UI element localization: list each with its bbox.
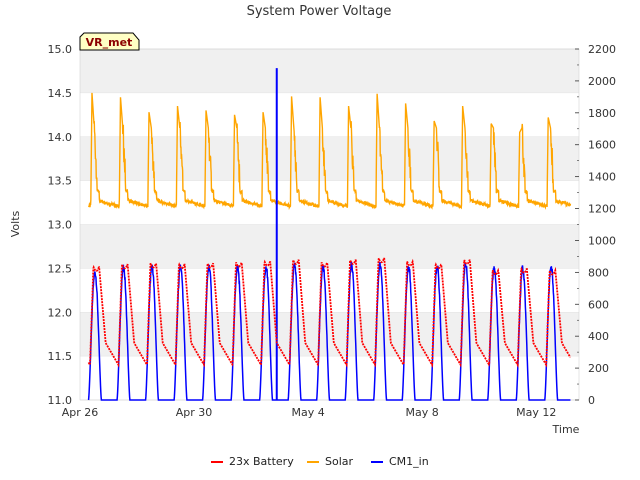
legend: 23x Battery Solar CM1_in <box>211 455 429 468</box>
y-right-ticks: 0 200 400 600 800 1000 1200 1400 1600 1800 2000 220… <box>575 43 616 407</box>
y-right-tick-label: 600 <box>588 298 609 311</box>
x-tick-label: May 4 <box>291 406 324 419</box>
y-right-tick-label: 1400 <box>588 171 616 184</box>
y-right-tick-label: 400 <box>588 330 609 343</box>
chart: 11.011.512.012.513.013.514.014.515.0 020… <box>9 4 616 468</box>
y-right-tick-label: 2000 <box>588 75 616 88</box>
x-tick-label: Apr 26 <box>62 406 99 419</box>
legend-entry-label: 23x Battery <box>229 455 294 468</box>
y-right-tick-label: 2200 <box>588 43 616 56</box>
x-axis-label: Time <box>552 423 580 436</box>
y-left-tick-label: 11.5 <box>48 350 73 363</box>
y-right-tick-label: 1600 <box>588 139 616 152</box>
vr-met-badge: VR_met <box>79 32 140 51</box>
grid-band <box>80 224 579 269</box>
y-left-tick-label: 12.0 <box>48 306 73 319</box>
legend-entry-label: Solar <box>325 455 354 468</box>
y-right-tick-label: 800 <box>588 266 609 279</box>
x-tick-label: Apr 30 <box>176 406 213 419</box>
y-right-tick-label: 0 <box>588 394 595 407</box>
x-tick-label: May 8 <box>406 406 439 419</box>
badge-label: VR_met <box>86 36 133 49</box>
y-right-tick-label: 1800 <box>588 107 616 120</box>
x-tick-label: May 12 <box>516 406 556 419</box>
chart-title: System Power Voltage <box>247 4 392 19</box>
y-right-tick-label: 1000 <box>588 234 616 247</box>
y-left-tick-label: 14.5 <box>48 87 73 100</box>
y-axis-label: Volts <box>9 210 22 237</box>
y-right-tick-label: 1200 <box>588 203 616 216</box>
x-ticks: Apr 26 Apr 30 May 4 May 8 May 12 <box>62 406 557 419</box>
y-left-tick-label: 12.5 <box>48 262 73 275</box>
grid-band <box>80 49 579 93</box>
y-left-ticks: 11.011.512.012.513.013.514.014.515.0 <box>48 43 73 407</box>
y-left-tick-label: 13.0 <box>48 219 73 232</box>
y-left-tick-label: 14.0 <box>48 131 73 144</box>
y-right-tick-label: 200 <box>588 362 609 375</box>
y-left-tick-label: 13.5 <box>48 175 73 188</box>
legend-entry-label: CM1_in <box>389 455 429 468</box>
grid-bands <box>80 48 579 401</box>
y-left-tick-label: 15.0 <box>48 43 73 56</box>
